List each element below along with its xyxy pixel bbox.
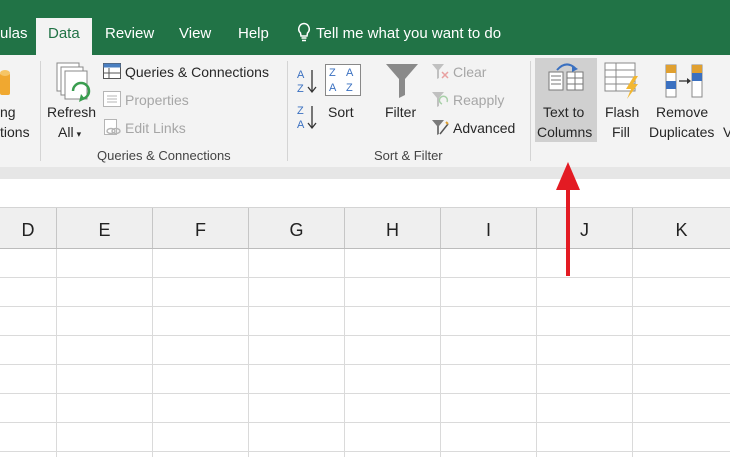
- tab-formulas[interactable]: ulas: [0, 18, 28, 55]
- sort-a-to-z-icon[interactable]: A Z: [297, 67, 317, 95]
- group-label-queries: Queries & Connections: [97, 148, 231, 163]
- remove-duplicates-label-1[interactable]: Remove: [656, 104, 708, 120]
- properties-icon: [103, 91, 121, 107]
- reapply-icon: [431, 91, 449, 108]
- sort-button[interactable]: Sort: [328, 104, 354, 120]
- text-to-columns-label-2: Columns: [537, 124, 593, 140]
- column-header-k[interactable]: K: [633, 208, 730, 248]
- group-separator: [530, 61, 531, 161]
- column-headers: D E F G H I J K: [0, 208, 730, 249]
- sort-z-to-a-icon[interactable]: Z A: [297, 103, 317, 131]
- flash-fill-label-1[interactable]: Flash: [605, 104, 639, 120]
- queries-connections-button[interactable]: Queries & Connections: [125, 64, 269, 80]
- column-header-f[interactable]: F: [153, 208, 249, 248]
- sort-icon: Z A A Z: [325, 64, 361, 96]
- group-label-sort-filter: Sort & Filter: [374, 148, 443, 163]
- reapply-button[interactable]: Reapply: [453, 92, 504, 108]
- edit-links-icon: [103, 119, 121, 136]
- tab-review[interactable]: Review: [105, 18, 154, 55]
- text-to-columns-icon: [547, 62, 585, 98]
- existing-connections-icon: [0, 67, 14, 97]
- clear-filter-icon: [431, 63, 449, 80]
- formula-bar[interactable]: [0, 179, 730, 208]
- ribbon-tab-bar: ulas Data Review View Help Tell me what …: [0, 0, 730, 55]
- ribbon-data: ng tions Refresh All ▾ Queries & Connecti…: [0, 55, 730, 168]
- refresh-label-2[interactable]: All ▾: [58, 124, 81, 140]
- data-validation-label-partial[interactable]: V: [723, 124, 730, 140]
- column-header-g[interactable]: G: [249, 208, 345, 248]
- tab-view[interactable]: View: [179, 18, 211, 55]
- edit-links-button[interactable]: Edit Links: [125, 120, 186, 136]
- remove-duplicates-icon: [664, 63, 706, 99]
- svg-text:Z: Z: [297, 105, 304, 117]
- remove-duplicates-label-2[interactable]: Duplicates: [649, 124, 714, 140]
- advanced-button[interactable]: Advanced: [453, 120, 515, 136]
- svg-text:A: A: [346, 67, 354, 79]
- svg-text:Z: Z: [297, 83, 304, 95]
- properties-button[interactable]: Properties: [125, 92, 189, 108]
- ribbon-bottom-border: [0, 167, 730, 179]
- worksheet-grid[interactable]: [0, 249, 730, 457]
- svg-text:A: A: [297, 119, 305, 131]
- lightbulb-icon: [298, 22, 310, 42]
- get-data-label-2[interactable]: tions: [0, 124, 30, 140]
- get-data-label-1[interactable]: ng: [0, 104, 16, 120]
- text-to-columns-label-1: Text to: [543, 104, 585, 120]
- column-header-d[interactable]: D: [0, 208, 57, 248]
- svg-text:Z: Z: [329, 67, 336, 79]
- tell-me-search[interactable]: Tell me what you want to do: [297, 18, 501, 50]
- chevron-down-icon: ▾: [76, 129, 82, 139]
- refresh-label-1[interactable]: Refresh: [47, 104, 96, 120]
- tab-data[interactable]: Data: [36, 18, 92, 55]
- flash-fill-label-2[interactable]: Fill: [612, 124, 630, 140]
- flash-fill-icon: [604, 62, 642, 100]
- svg-text:Z: Z: [346, 82, 353, 94]
- group-separator: [287, 61, 288, 161]
- filter-button[interactable]: Filter: [385, 104, 416, 120]
- clear-button[interactable]: Clear: [453, 64, 486, 80]
- text-to-columns-button[interactable]: Text to Columns: [535, 58, 597, 142]
- queries-connections-icon: [103, 63, 121, 79]
- group-separator: [40, 61, 41, 161]
- tab-help[interactable]: Help: [238, 18, 269, 55]
- refresh-all-icon: [53, 61, 95, 105]
- column-header-i[interactable]: I: [441, 208, 537, 248]
- column-header-h[interactable]: H: [345, 208, 441, 248]
- svg-text:A: A: [297, 69, 305, 81]
- svg-text:A: A: [329, 82, 337, 94]
- advanced-filter-icon: [431, 119, 449, 136]
- red-arrow-annotation: [556, 162, 580, 276]
- column-header-e[interactable]: E: [57, 208, 153, 248]
- filter-icon: [385, 63, 419, 99]
- tell-me-label: Tell me what you want to do: [316, 25, 502, 42]
